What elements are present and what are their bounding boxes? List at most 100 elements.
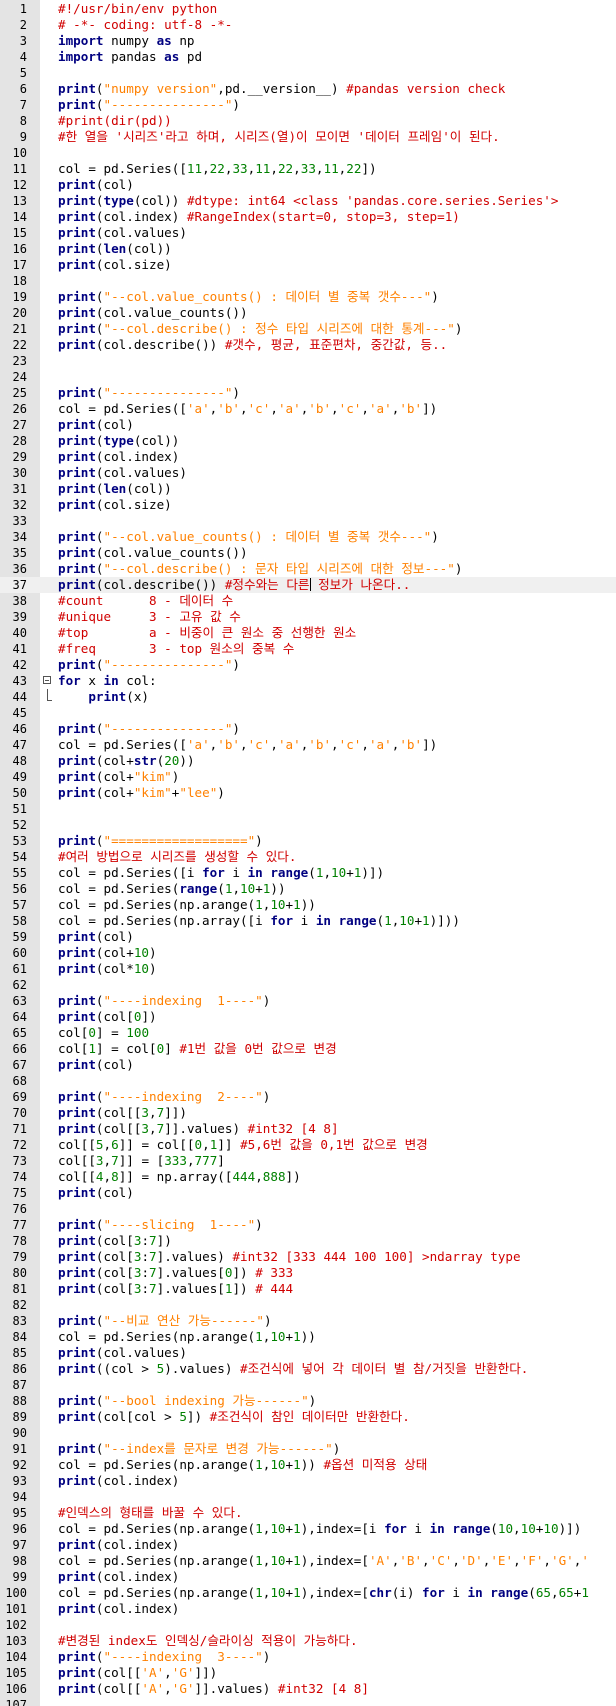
code-text[interactable]: print(col+"kim"+"lee") [58,785,225,801]
code-text[interactable]: import numpy as np [58,33,195,49]
code-text[interactable]: print(col.index) [58,1473,179,1489]
code-text[interactable]: import pandas as pd [58,49,202,65]
code-text[interactable]: print(col.value_counts()) [58,545,248,561]
code-text[interactable]: for x in col: [58,673,157,689]
code-text[interactable]: print(col.size) [58,257,172,273]
code-text[interactable]: print(col) [58,1057,134,1073]
code-text[interactable]: print(col[['A','G']]) [58,1665,217,1681]
code-line[interactable]: 69 print("----indexing 2----") [0,1089,616,1105]
code-line[interactable]: 66 col[1] = col[0] #1번 값을 0번 값으로 변경 [0,1041,616,1057]
code-text[interactable]: print(col.values) [58,225,187,241]
code-line[interactable]: 54 #여러 방법으로 시리즈를 생성할 수 있다. [0,849,616,865]
code-text[interactable]: print(col*10) [58,961,157,977]
code-text[interactable]: #print(dir(pd)) [58,113,172,129]
code-line[interactable]: 94 [0,1489,616,1505]
code-line[interactable]: 17 print(col.size) [0,257,616,273]
code-text[interactable]: col[[3,7]] = [333,777] [58,1153,225,1169]
code-line[interactable]: 68 [0,1073,616,1089]
code-text[interactable]: col = pd.Series(np.arange(1,10+1),index=… [58,1585,589,1601]
code-line[interactable]: 95 #인덱스의 형태를 바꿀 수 있다. [0,1505,616,1521]
code-text[interactable]: print(x) [58,689,149,705]
code-text[interactable]: print(col[['A','G']].values) #int32 [4 8… [58,1681,369,1697]
code-text[interactable]: #인덱스의 형태를 바꿀 수 있다. [58,1505,243,1521]
code-line[interactable]: 29 print(col.index) [0,449,616,465]
code-text[interactable]: print(col[3:7].values) #int32 [333 444 1… [58,1249,521,1265]
code-text[interactable]: col = pd.Series(np.array([i for i in ran… [58,913,460,929]
code-text[interactable]: print(type(col)) #dtype: int64 <class 'p… [58,193,558,209]
code-text[interactable]: print(col) [58,177,134,193]
code-line[interactable]: 64 print(col[0]) [0,1009,616,1025]
code-text[interactable]: print("--col.value_counts() : 데이터 별 중복 갯… [58,289,439,305]
code-line[interactable]: 36 print("--col.describe() : 문자 타입 시리즈에 대… [0,561,616,577]
code-line[interactable]: 93 print(col.index) [0,1473,616,1489]
code-line[interactable]: 107 [0,1697,616,1706]
code-line[interactable]: 35 print(col.value_counts()) [0,545,616,561]
code-line[interactable]: 97 print(col.index) [0,1537,616,1553]
code-line[interactable]: 30 print(col.values) [0,465,616,481]
code-text[interactable]: col[1] = col[0] #1번 값을 0번 값으로 변경 [58,1041,337,1057]
code-line[interactable]: 79 print(col[3:7].values) #int32 [333 444… [0,1249,616,1265]
code-text[interactable]: col = pd.Series(np.arange(1,10+1)) [58,1329,316,1345]
code-line[interactable]: 31 print(len(col)) [0,481,616,497]
code-text[interactable]: col = pd.Series([11,22,33,11,22,33,11,22… [58,161,377,177]
code-text[interactable]: print("--비교 연산 가능------") [58,1313,272,1329]
code-text[interactable]: print("--col.value_counts() : 데이터 별 중복 갯… [58,529,439,545]
code-line[interactable]: 59 print(col) [0,929,616,945]
code-text[interactable]: print("----indexing 1----") [58,993,270,1009]
code-line[interactable]: 92 col = pd.Series(np.arange(1,10+1)) #옵션… [0,1457,616,1473]
code-line[interactable]: 75 print(col) [0,1185,616,1201]
code-line[interactable]: 40 #top a - 비중이 큰 원소 중 선행한 원소 [0,625,616,641]
code-text[interactable]: # -*- coding: utf-8 -*- [58,17,232,33]
code-line[interactable]: 14 print(col.index) #RangeIndex(start=0, … [0,209,616,225]
code-text[interactable]: print(col.describe()) #정수와는 다른 정보가 나온다.. [58,577,410,593]
code-line[interactable]: 56 col = pd.Series(range(1,10+1)) [0,881,616,897]
code-text[interactable]: print(col.index) #RangeIndex(start=0, st… [58,209,460,225]
code-line[interactable]: 72 col[[5,6]] = col[[0,1]] #5,6번 값을 0,1번 … [0,1137,616,1153]
code-line[interactable]: 63 print("----indexing 1----") [0,993,616,1009]
code-line[interactable]: 101 print(col.index) [0,1601,616,1617]
code-text[interactable]: #여러 방법으로 시리즈를 생성할 수 있다. [58,849,296,865]
code-text[interactable]: col = pd.Series([i for i in range(1,10+1… [58,865,384,881]
code-line[interactable]: 28 print(type(col)) [0,433,616,449]
code-line[interactable]: 38 #count 8 - 데이터 수 [0,593,616,609]
code-text[interactable]: print(col[col > 5]) #조건식이 참인 데이터만 반환한다. [58,1409,410,1425]
code-line[interactable]: 34 print("--col.value_counts() : 데이터 별 중복… [0,529,616,545]
code-line[interactable]: 7 print("---------------") [0,97,616,113]
code-line[interactable]: 53 print("==================") [0,833,616,849]
code-line[interactable]: 32 print(col.size) [0,497,616,513]
code-text[interactable]: print((col > 5).values) #조건식에 넣어 각 데이터 별… [58,1361,528,1377]
code-line[interactable]: 102 [0,1617,616,1633]
code-text[interactable]: print("==================") [58,833,263,849]
code-line[interactable]: 83 print("--비교 연산 가능------") [0,1313,616,1329]
code-text[interactable]: col = pd.Series(['a','b','c','a','b','c'… [58,401,437,417]
code-line[interactable]: 13 print(type(col)) #dtype: int64 <class … [0,193,616,209]
code-line[interactable]: 78 print(col[3:7]) [0,1233,616,1249]
code-line[interactable]: 8 #print(dir(pd)) [0,113,616,129]
code-text[interactable]: print(col.size) [58,497,172,513]
code-line[interactable]: 27 print(col) [0,417,616,433]
code-line[interactable]: 82 [0,1297,616,1313]
code-text[interactable]: #변경된 index도 인덱싱/슬라이싱 적용이 가능하다. [58,1633,358,1649]
code-text[interactable]: col[[4,8]] = np.array([444,888]) [58,1169,301,1185]
code-line[interactable]: 18 [0,273,616,289]
code-text[interactable]: print("--col.describe() : 문자 타입 시리즈에 대한 … [58,561,462,577]
code-text[interactable]: print("--index를 문자로 변경 가능------") [58,1441,340,1457]
code-line[interactable]: 58 col = pd.Series(np.array([i for i in r… [0,913,616,929]
code-line[interactable]: 41 #freq 3 - top 원소의 중복 수 [0,641,616,657]
code-line[interactable]: 33 [0,513,616,529]
code-text[interactable]: print(col[[3,7]].values) #int32 [4 8] [58,1121,339,1137]
code-line[interactable]: 45 [0,705,616,721]
code-line[interactable]: 43 for x in col: [0,673,616,689]
code-line[interactable]: 22 print(col.describe()) #갯수, 평균, 표준편차, 중… [0,337,616,353]
code-text[interactable]: print(col.index) [58,1537,179,1553]
code-text[interactable]: print(col[3:7]) [58,1233,172,1249]
code-text[interactable]: print("----indexing 2----") [58,1089,270,1105]
code-line[interactable]: 96 col = pd.Series(np.arange(1,10+1),inde… [0,1521,616,1537]
code-line[interactable]: 15 print(col.values) [0,225,616,241]
code-line[interactable]: 80 print(col[3:7].values[0]) # 333 [0,1265,616,1281]
code-line[interactable]: 2 # -*- coding: utf-8 -*- [0,17,616,33]
code-text[interactable]: print(col+"kim") [58,769,179,785]
code-text[interactable]: print(len(col)) [58,481,172,497]
code-line[interactable]: 20 print(col.value_counts()) [0,305,616,321]
code-line[interactable]: 70 print(col[[3,7]]) [0,1105,616,1121]
